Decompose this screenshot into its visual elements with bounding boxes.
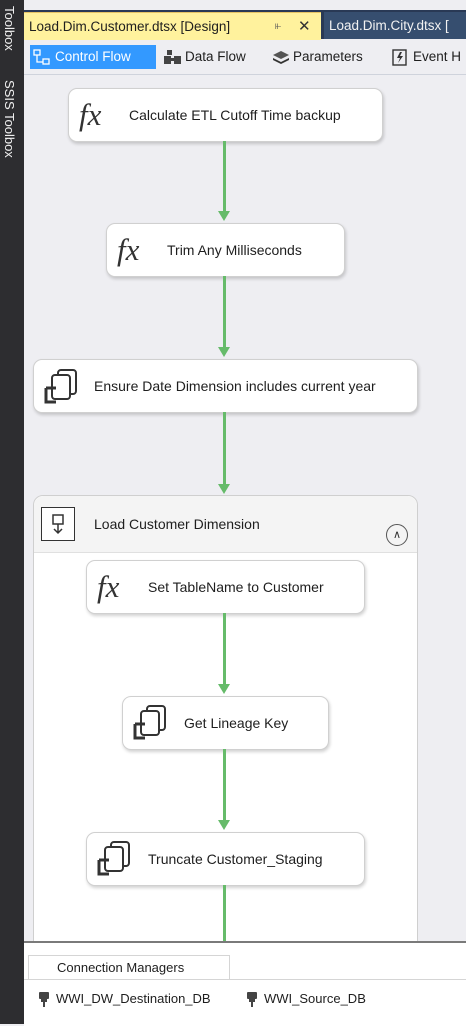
ssis-toolbox-tab[interactable]: SSIS Toolbox: [2, 80, 17, 158]
tab-load-dim-customer[interactable]: Load.Dim.Customer.dtsx [Design] ⫦ ✕: [24, 12, 321, 40]
arrow-head-icon: [218, 211, 230, 221]
divider: [24, 979, 466, 980]
precedence-arrow[interactable]: [223, 749, 226, 820]
task-label: Trim Any Milliseconds: [167, 242, 302, 258]
task-truncate-customer-staging[interactable]: Truncate Customer_Staging: [86, 832, 365, 886]
arrow-head-icon: [218, 684, 230, 694]
precedence-arrow[interactable]: [223, 141, 226, 211]
connection-label: WWI_DW_Destination_DB: [56, 991, 211, 1006]
fx-icon: fx: [79, 97, 102, 132]
connection-plug-icon: [247, 992, 257, 1007]
toolbox-tab[interactable]: Toolbox: [2, 6, 17, 51]
task-get-lineage-key[interactable]: Get Lineage Key: [122, 696, 329, 750]
sequence-container-load-customer[interactable]: Load Customer Dimension ∧ fx Set TableNa…: [33, 495, 418, 967]
precedence-arrow[interactable]: [223, 276, 226, 347]
sequence-container-icon: [41, 507, 75, 541]
precedence-arrow[interactable]: [223, 412, 226, 484]
toolbox-strip: Toolbox SSIS Toolbox: [0, 0, 24, 1024]
tab-load-dim-city[interactable]: Load.Dim.City.dtsx [: [324, 12, 466, 39]
tab-label: Control Flow: [55, 49, 131, 64]
task-trim-milliseconds[interactable]: fx Trim Any Milliseconds: [106, 223, 345, 277]
control-flow-icon: [33, 49, 50, 65]
sql-task-icon: [44, 369, 77, 404]
control-flow-canvas[interactable]: fx Calculate ETL Cutoff Time backup fx T…: [24, 75, 466, 967]
task-set-tablename[interactable]: fx Set TableName to Customer: [86, 560, 365, 614]
connection-managers-title: Connection Managers: [57, 960, 185, 975]
connection-wwi-source[interactable]: WWI_Source_DB: [246, 990, 396, 1008]
task-label: Calculate ETL Cutoff Time backup: [129, 107, 341, 123]
tab-label: Data Flow: [185, 49, 246, 64]
tab-data-flow[interactable]: Data Flow: [160, 45, 260, 69]
document-tab-bar: Load.Dim.Customer.dtsx [Design] ⫦ ✕ Load…: [24, 10, 466, 40]
connection-wwi-dw-destination[interactable]: WWI_DW_Destination_DB: [38, 990, 238, 1008]
tab-title: Load.Dim.Customer.dtsx [Design]: [29, 19, 231, 34]
data-flow-icon: [164, 50, 181, 64]
task-label: Ensure Date Dimension includes current y…: [94, 378, 376, 394]
container-label: Load Customer Dimension: [94, 516, 260, 532]
tab-title: Load.Dim.City.dtsx [: [329, 18, 449, 33]
arrow-head-icon: [218, 820, 230, 830]
tab-event-handlers[interactable]: Event H: [388, 45, 466, 69]
task-label: Get Lineage Key: [184, 715, 289, 731]
fx-icon: fx: [117, 232, 140, 267]
tab-label: Parameters: [293, 49, 363, 64]
collapse-chevron-icon[interactable]: ∧: [386, 524, 408, 546]
sql-task-icon: [133, 705, 166, 740]
connection-plug-icon: [39, 992, 49, 1007]
parameters-icon: [273, 51, 289, 64]
close-icon[interactable]: ✕: [298, 13, 311, 40]
task-ensure-date-dimension[interactable]: Ensure Date Dimension includes current y…: [33, 359, 418, 413]
arrow-head-icon: [218, 347, 230, 357]
connection-managers-pane: Connection Managers WWI_DW_Destination_D…: [24, 941, 466, 1026]
arrow-head-icon: [218, 484, 230, 494]
sql-task-icon: [97, 841, 130, 876]
precedence-arrow[interactable]: [223, 613, 226, 684]
task-label: Truncate Customer_Staging: [148, 851, 323, 867]
connection-label: WWI_Source_DB: [264, 991, 366, 1006]
task-label: Set TableName to Customer: [148, 579, 324, 595]
tab-label: Event H: [413, 49, 462, 64]
tab-parameters[interactable]: Parameters: [268, 45, 380, 69]
event-handlers-icon: [392, 49, 407, 66]
pin-icon[interactable]: ⫦: [275, 13, 281, 40]
task-calculate-etl-cutoff[interactable]: fx Calculate ETL Cutoff Time backup: [68, 88, 383, 142]
fx-icon: fx: [97, 569, 120, 604]
container-header: Load Customer Dimension ∧: [34, 496, 417, 553]
connection-managers-tab[interactable]: Connection Managers: [28, 955, 230, 980]
designer-tabs: Control Flow Data Flow Parameters Event …: [24, 40, 466, 75]
tab-control-flow[interactable]: Control Flow: [30, 45, 156, 69]
